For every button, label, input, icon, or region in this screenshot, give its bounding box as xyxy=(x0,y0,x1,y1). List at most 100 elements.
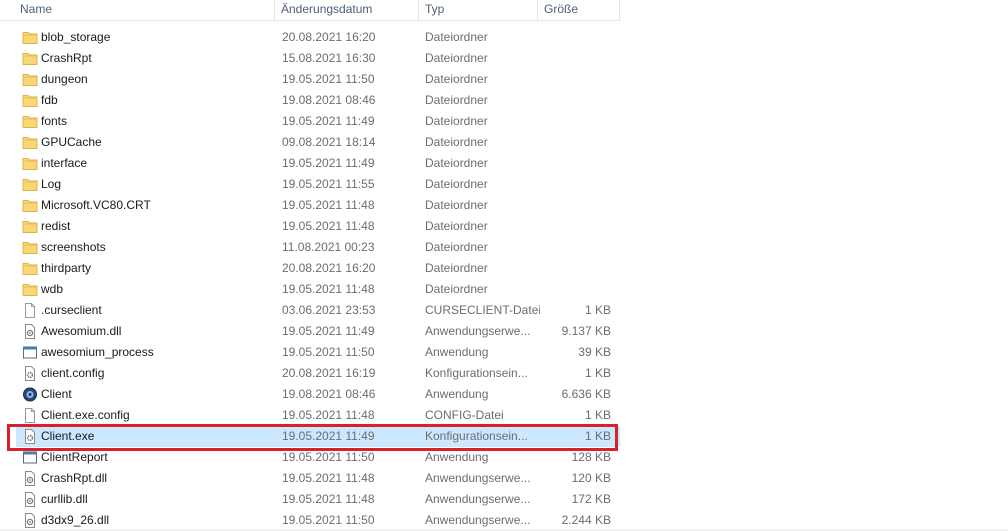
file-name: Awesomium.dll xyxy=(41,324,122,338)
file-size: 1 KB xyxy=(584,303,611,317)
file-row[interactable]: fdb 19.08.2021 08:46 Dateiordner xyxy=(16,90,620,111)
file-size xyxy=(539,195,611,216)
folder-icon xyxy=(22,30,38,45)
file-row[interactable]: Log 19.05.2021 11:55 Dateiordner xyxy=(16,174,620,195)
file-name: fdb xyxy=(41,93,58,107)
file-row[interactable]: GPUCache 09.08.2021 18:14 Dateiordner xyxy=(16,132,620,153)
file-date: 19.08.2021 08:46 xyxy=(282,93,376,107)
file-name: screenshots xyxy=(41,240,106,254)
column-header-date[interactable]: Änderungsdatum xyxy=(275,0,419,20)
file-row[interactable]: wdb 19.05.2021 11:48 Dateiordner xyxy=(16,279,620,300)
file-size: 1 KB xyxy=(584,429,611,443)
file-row[interactable]: Microsoft.VC80.CRT 19.05.2021 11:48 Dateio… xyxy=(16,195,620,216)
file-type: Anwendungserwe... xyxy=(425,492,531,506)
file-size xyxy=(539,27,611,48)
file-row[interactable]: CrashRpt 15.08.2021 16:30 Dateiordner xyxy=(16,48,620,69)
file-date: 19.05.2021 11:50 xyxy=(282,513,375,527)
folder-icon xyxy=(22,177,38,192)
folder-icon xyxy=(22,72,38,87)
client-app-icon xyxy=(22,387,38,402)
file-size: 6.636 KB xyxy=(561,387,611,401)
file-date: 20.08.2021 16:20 xyxy=(282,261,376,275)
file-row[interactable]: interface 19.05.2021 11:49 Dateiordner xyxy=(16,153,620,174)
file-type: Anwendungserwe... xyxy=(425,471,531,485)
file-size: 2.244 KB xyxy=(561,513,611,527)
folder-icon xyxy=(22,156,38,171)
file-date: 19.05.2021 11:55 xyxy=(282,177,375,191)
file-type: Dateiordner xyxy=(425,93,488,107)
file-date: 19.05.2021 11:49 xyxy=(282,324,375,338)
file-row[interactable]: thirdparty 20.08.2021 16:20 Dateiordner xyxy=(16,258,620,279)
file-type: Anwendung xyxy=(425,450,489,464)
file-type: Dateiordner xyxy=(425,282,488,296)
file-row[interactable]: dungeon 19.05.2021 11:50 Dateiordner xyxy=(16,69,620,90)
file-row[interactable]: redist 19.05.2021 11:48 Dateiordner xyxy=(16,216,620,237)
file-name: wdb xyxy=(41,282,64,296)
file-row[interactable]: .curseclient 03.06.2021 23:53 CURSECLIENT-… xyxy=(16,300,620,321)
file-type: Anwendungserwe... xyxy=(425,513,531,527)
file-name: redist xyxy=(41,219,71,233)
blank-file-icon xyxy=(22,303,38,318)
file-date: 20.08.2021 16:20 xyxy=(282,30,376,44)
file-name: curllib.dll xyxy=(41,492,88,506)
folder-icon xyxy=(22,93,38,108)
file-name: .curseclient xyxy=(41,303,102,317)
file-row[interactable]: screenshots 11.08.2021 00:23 Dateiordner xyxy=(16,237,620,258)
file-type: Anwendungserwe... xyxy=(425,324,531,338)
file-row[interactable]: fonts 19.05.2021 11:49 Dateiordner xyxy=(16,111,620,132)
folder-icon xyxy=(22,282,38,297)
file-row[interactable]: d3dx9_26.dll 19.05.2021 11:50 Anwendungser… xyxy=(16,510,620,531)
file-row[interactable]: curllib.dll 19.05.2021 11:48 Anwendungserw… xyxy=(16,489,620,510)
file-name: thirdparty xyxy=(41,261,92,275)
file-row[interactable]: Awesomium.dll 19.05.2021 11:49 Anwendungse… xyxy=(16,321,620,342)
file-date: 19.05.2021 11:50 xyxy=(282,72,375,86)
folder-icon xyxy=(22,198,38,213)
folder-icon xyxy=(22,114,38,129)
file-date: 19.05.2021 11:50 xyxy=(282,345,375,359)
file-date: 11.08.2021 00:23 xyxy=(282,240,375,254)
config-file-icon xyxy=(22,366,38,381)
file-name: Client.exe.config xyxy=(41,408,130,422)
file-type: CURSECLIENT-Datei xyxy=(425,303,540,317)
file-name: client.config xyxy=(41,366,105,380)
file-name: Microsoft.VC80.CRT xyxy=(41,198,151,212)
file-size: 120 KB xyxy=(571,471,611,485)
file-row[interactable]: awesomium_process 19.05.2021 11:50 Anwendu… xyxy=(16,342,620,363)
file-size: 128 KB xyxy=(571,450,611,464)
column-header-name[interactable]: Name xyxy=(0,0,275,20)
column-header-type[interactable]: Typ xyxy=(419,0,538,20)
file-type: Anwendung xyxy=(425,345,489,359)
blank-file-icon xyxy=(22,408,38,423)
file-row[interactable]: Client 19.08.2021 08:46 Anwendung 6.636 KB xyxy=(16,384,620,405)
file-date: 20.08.2021 16:19 xyxy=(282,366,376,380)
folder-icon xyxy=(22,261,38,276)
file-date: 19.05.2021 11:48 xyxy=(282,492,375,506)
file-name: CrashRpt.dll xyxy=(41,471,108,485)
column-header-bar: Name Änderungsdatum Typ Größe xyxy=(0,0,620,21)
file-row-selected[interactable]: Client.exe 19.05.2021 11:49 Konfigurations… xyxy=(16,426,620,447)
file-name: awesomium_process xyxy=(41,345,154,359)
file-row[interactable]: client.config 20.08.2021 16:19 Konfigurati… xyxy=(16,363,620,384)
file-row[interactable]: blob_storage 20.08.2021 16:20 Dateiordner xyxy=(16,27,620,48)
file-name: fonts xyxy=(41,114,68,128)
file-size xyxy=(539,216,611,237)
file-type: Dateiordner xyxy=(425,135,488,149)
file-date: 19.05.2021 11:48 xyxy=(282,471,375,485)
file-date: 03.06.2021 23:53 xyxy=(282,303,376,317)
file-size: 1 KB xyxy=(584,408,611,422)
column-header-size[interactable]: Größe xyxy=(538,0,620,20)
file-date: 19.05.2021 11:49 xyxy=(282,156,375,170)
file-size xyxy=(539,153,611,174)
dll-file-icon xyxy=(22,471,38,486)
folder-icon xyxy=(22,240,38,255)
file-name: GPUCache xyxy=(41,135,102,149)
file-size: 39 KB xyxy=(578,345,611,359)
file-type: Dateiordner xyxy=(425,261,488,275)
file-date: 19.08.2021 08:46 xyxy=(282,387,376,401)
folder-icon xyxy=(22,219,38,234)
file-row[interactable]: Client.exe.config 19.05.2021 11:48 CONFIG-… xyxy=(16,405,620,426)
file-name: dungeon xyxy=(41,72,88,86)
file-name: Log xyxy=(41,177,62,191)
file-row[interactable]: CrashRpt.dll 19.05.2021 11:48 Anwendungser… xyxy=(16,468,620,489)
file-row[interactable]: ClientReport 19.05.2021 11:50 Anwendung 128… xyxy=(16,447,620,468)
